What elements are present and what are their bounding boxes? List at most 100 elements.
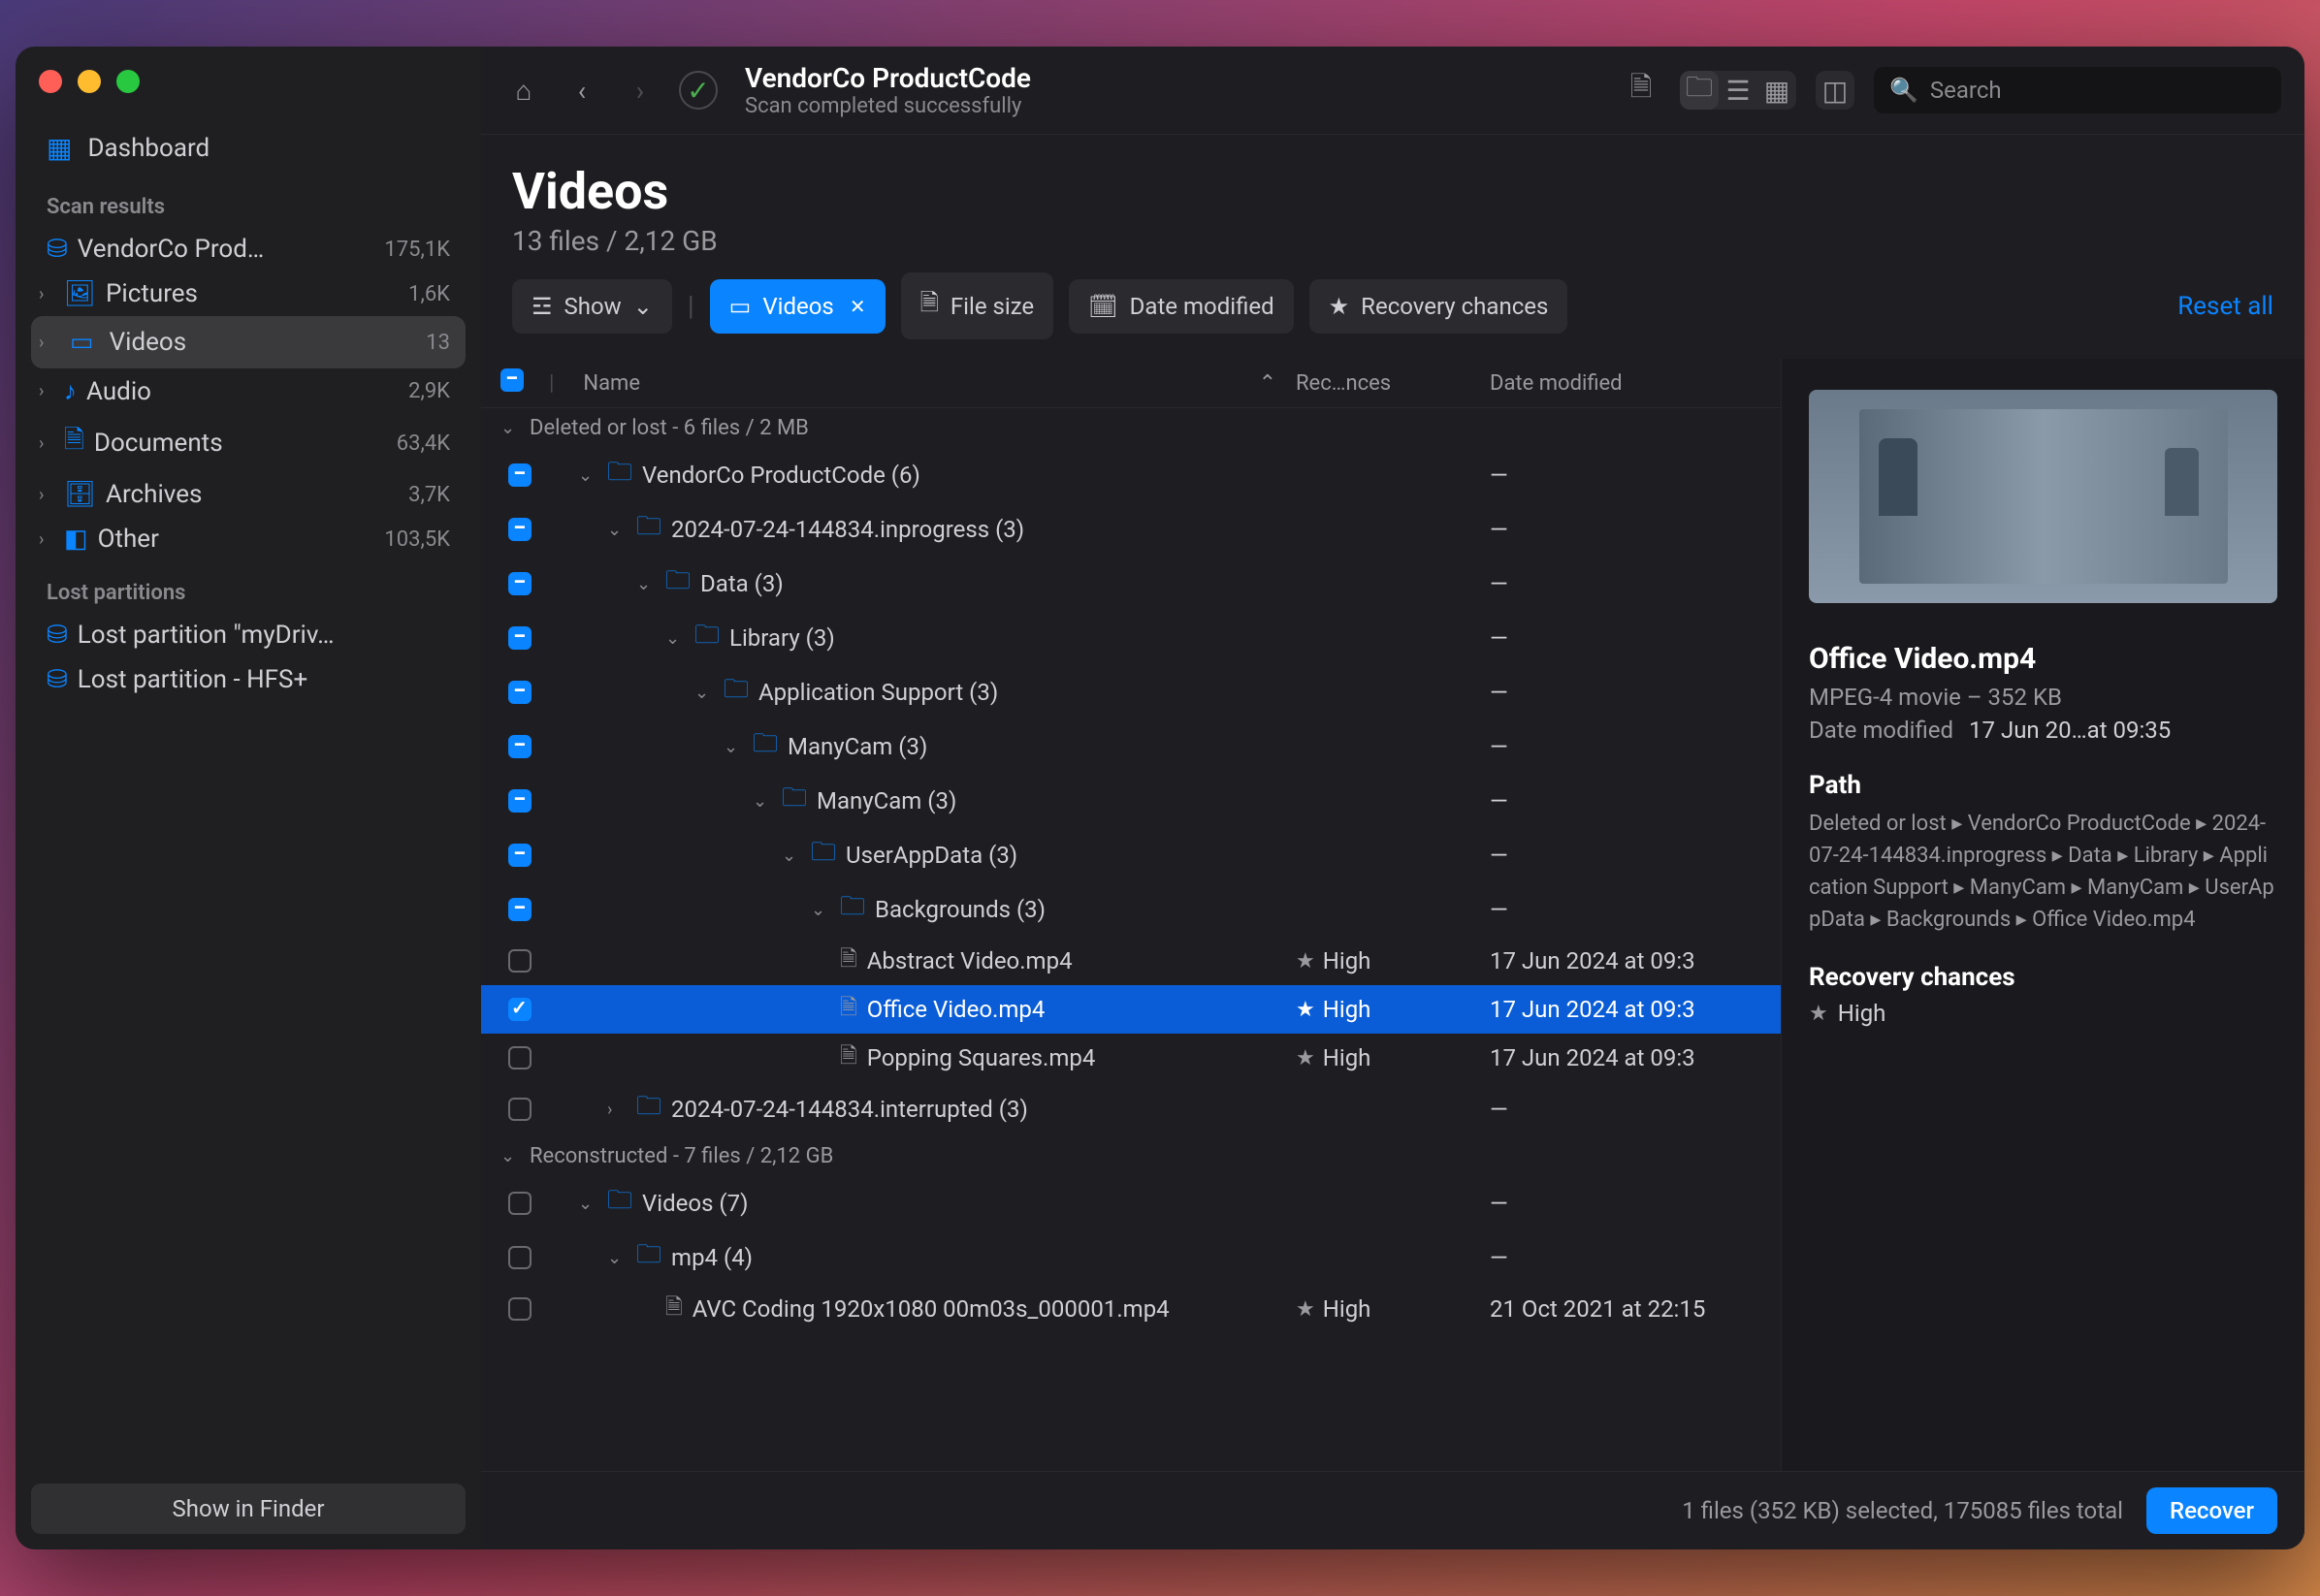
forward-button[interactable]: › [621,71,660,110]
row-name: VendorCo ProductCode (6) [642,462,920,489]
folder-row[interactable]: ⌄🗀mp4 (4)— [481,1230,1781,1285]
folder-icon: 🗀 [811,834,836,877]
sidebar-item-count: 1,6K [408,282,466,306]
disclosure-icon[interactable]: › [39,529,54,550]
sidebar-archives-item[interactable]: › 🗄 Archives 3,7K [31,472,466,517]
folder-row[interactable]: ⌄🗀Videos (7)— [481,1176,1781,1230]
row-checkbox[interactable] [500,1192,539,1215]
file-row[interactable]: 🗎Abstract Video.mp4★High17 Jun 2024 at 0… [481,937,1781,985]
disclosure-icon[interactable]: › [39,333,54,353]
disclosure-icon[interactable]: › [39,485,54,505]
maximize-window-button[interactable] [116,70,140,93]
disclosure-icon[interactable]: › [39,433,54,454]
show-in-finder-button[interactable]: Show in Finder [31,1484,466,1534]
sidebar-pictures-item[interactable]: › 🖼 Pictures 1,6K [31,271,466,316]
file-row[interactable]: 🗎Popping Squares.mp4★High17 Jun 2024 at … [481,1034,1781,1082]
row-checkbox[interactable] [500,735,539,758]
row-checkbox[interactable] [500,626,539,650]
folder-view-button[interactable]: 🗀 [1680,71,1719,110]
row-checkbox[interactable] [500,1246,539,1269]
folder-row[interactable]: ⌄🗀ManyCam (3)— [481,774,1781,828]
chevron-down-icon[interactable]: ⌄ [578,465,597,486]
row-recovery: ★High [1296,996,1490,1023]
grid-view-button[interactable]: ▦ [1757,71,1796,110]
recovery-column-header[interactable]: Rec…nces [1296,371,1490,396]
sidebar-disk-item[interactable]: ⛁ VendorCo Prod… 175,1K [31,227,466,271]
folder-row[interactable]: ⌄🗀Application Support (3)— [481,665,1781,719]
list-view-button[interactable]: ☰ [1719,71,1757,110]
chevron-down-icon[interactable]: ⌄ [665,628,685,649]
folder-row[interactable]: ⌄🗀ManyCam (3)— [481,719,1781,774]
name-header-label: Name [583,371,640,396]
recover-button[interactable]: Recover [2146,1487,2277,1534]
date-column-header[interactable]: Date modified [1490,371,1761,396]
chevron-down-icon[interactable]: ⌄ [578,1194,597,1214]
minimize-window-button[interactable] [78,70,101,93]
row-checkbox[interactable] [500,1297,539,1321]
row-checkbox[interactable] [500,1046,539,1069]
sidebar-videos-item[interactable]: › ▭ Videos 13 [31,316,466,368]
preview-thumbnail[interactable] [1809,390,2277,603]
chevron-down-icon[interactable]: ⌄ [753,791,772,812]
row-checkbox[interactable] [500,1098,539,1121]
chevron-down-icon[interactable]: ⌄ [811,900,830,920]
chevron-right-icon[interactable]: › [607,1100,627,1120]
chevron-down-icon[interactable]: ⌄ [607,520,627,540]
preview-panel: Office Video.mp4 MPEG-4 movie – 352 KB D… [1781,359,2304,1471]
reset-all-button[interactable]: Reset all [2177,292,2273,321]
dashboard-nav[interactable]: ▦ Dashboard [31,120,466,176]
search-field[interactable]: 🔍 Search [1874,67,2281,113]
chevron-down-icon[interactable]: ⌄ [782,846,801,866]
disclosure-icon[interactable]: › [39,381,54,401]
back-button[interactable]: ‹ [563,71,601,110]
row-checkbox[interactable] [500,998,539,1021]
sidebar-other-item[interactable]: › ◧ Other 103,5K [31,517,466,561]
show-filter-button[interactable]: ☲ Show ⌄ [512,279,672,334]
date-modified-filter-button[interactable]: 🗓 Date modified [1069,279,1293,334]
chevron-down-icon[interactable]: ⌄ [636,574,656,594]
sidebar-toggle-button[interactable]: ◫ [1816,71,1854,110]
row-checkbox[interactable] [500,844,539,867]
row-name: Backgrounds (3) [875,896,1046,923]
select-all-checkbox[interactable] [500,368,539,398]
folder-row[interactable]: ⌄🗀Data (3)— [481,557,1781,611]
chevron-down-icon[interactable]: ⌄ [500,418,520,438]
row-checkbox[interactable] [500,518,539,541]
app-window: ▦ Dashboard Scan results ⛁ VendorCo Prod… [16,47,2304,1549]
file-view-button[interactable]: 🗎 [1622,71,1660,110]
thumbnail-image [1859,409,2228,584]
remove-filter-icon[interactable]: ✕ [850,295,866,318]
row-checkbox[interactable] [500,572,539,595]
home-button[interactable]: ⌂ [504,71,543,110]
name-column-header[interactable]: Name⌃ [564,371,1296,396]
row-checkbox[interactable] [500,898,539,921]
chevron-down-icon[interactable]: ⌄ [694,683,714,703]
lost-partition-item[interactable]: ⛁ Lost partition - HFS+ [31,657,466,702]
lost-partition-item[interactable]: ⛁ Lost partition "myDriv… [31,613,466,657]
chevron-down-icon[interactable]: ⌄ [607,1248,627,1268]
folder-row[interactable]: ›🗀2024-07-24-144834.interrupted (3)— [481,1082,1781,1136]
sidebar-documents-item[interactable]: › 🗎 Documents 63,4K [31,414,466,472]
folder-row[interactable]: ⌄🗀VendorCo ProductCode (6)— [481,448,1781,502]
folder-row[interactable]: ⌄🗀UserAppData (3)— [481,828,1781,882]
videos-filter-chip[interactable]: ▭ Videos ✕ [710,279,886,334]
close-window-button[interactable] [39,70,62,93]
chevron-down-icon[interactable]: ⌄ [500,1146,520,1166]
sidebar-audio-item[interactable]: › ♪ Audio 2,9K [31,368,466,414]
group-header[interactable]: ⌄ Deleted or lost - 6 files / 2 MB [481,408,1781,448]
folder-row[interactable]: ⌄🗀Backgrounds (3)— [481,882,1781,937]
row-name: 2024-07-24-144834.inprogress (3) [671,516,1024,543]
chevron-down-icon[interactable]: ⌄ [724,737,743,757]
group-header[interactable]: ⌄ Reconstructed - 7 files / 2,12 GB [481,1136,1781,1176]
row-checkbox[interactable] [500,681,539,704]
file-row[interactable]: 🗎AVC Coding 1920x1080 00m03s_000001.mp4★… [481,1285,1781,1333]
row-checkbox[interactable] [500,463,539,487]
disclosure-icon[interactable]: › [39,284,54,304]
folder-row[interactable]: ⌄🗀Library (3)— [481,611,1781,665]
row-checkbox[interactable] [500,949,539,973]
file-row[interactable]: 🗎Office Video.mp4★High17 Jun 2024 at 09:… [481,985,1781,1034]
folder-row[interactable]: ⌄🗀2024-07-24-144834.inprogress (3)— [481,502,1781,557]
file-size-filter-button[interactable]: 🗎 File size [901,272,1054,339]
recovery-chances-filter-button[interactable]: ★ Recovery chances [1309,279,1568,334]
row-checkbox[interactable] [500,789,539,813]
